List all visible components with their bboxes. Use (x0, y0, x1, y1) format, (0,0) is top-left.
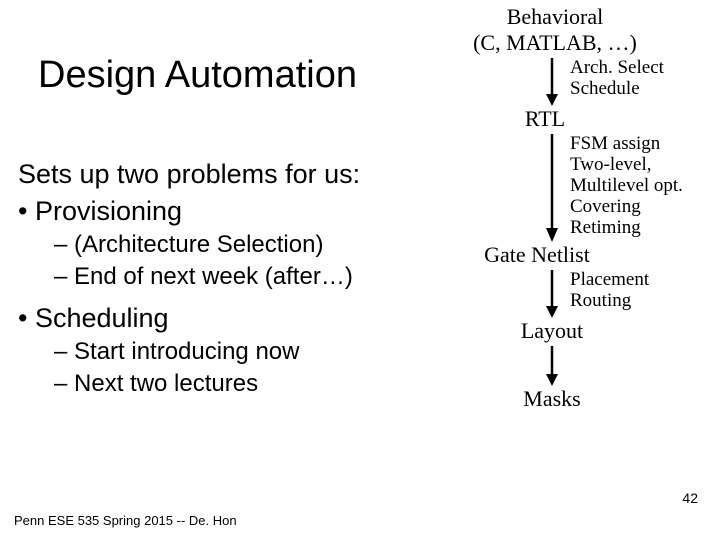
bullet-scheduling-sub1: – Start introducing now (54, 338, 360, 366)
arrow-down-icon (542, 56, 562, 106)
step3-l2: Routing (570, 291, 649, 312)
step1-l2: Schedule (570, 79, 664, 100)
bullet-scheduling-sub2: – Next two lectures (54, 370, 360, 398)
step2-l1: FSM assign (570, 134, 683, 155)
arrow-row-4 (460, 344, 710, 386)
step2-l3: Multilevel opt. (570, 176, 683, 197)
stage-gate: Gate Netlist (432, 242, 642, 268)
slide-number: 42 (682, 490, 698, 506)
slide-title: Design Automation (38, 54, 357, 97)
arrow-row-2: FSM assign Two-level, Multilevel opt. Co… (460, 132, 710, 242)
bullet-provisioning-sub2: – End of next week (after…) (54, 263, 360, 291)
footer: Penn ESE 535 Spring 2015 -- De. Hon (14, 513, 237, 528)
stage-behavioral: Behavioral (C, MATLAB, …) (460, 4, 650, 56)
body-left: Sets up two problems for us: • Provision… (18, 158, 360, 398)
step1-l1: Arch. Select (570, 58, 664, 79)
stage-rtl: RTL (480, 106, 610, 132)
stage-layout: Layout (472, 318, 632, 344)
lead-text: Sets up two problems for us: (18, 158, 360, 192)
arrow-label-3: Placement Routing (570, 270, 649, 312)
bullet-provisioning: • Provisioning (18, 196, 360, 227)
bullet-provisioning-sub1: – (Architecture Selection) (54, 231, 360, 259)
arrow-down-icon (542, 344, 562, 386)
step3-l1: Placement (570, 270, 649, 291)
stage-behavioral-l1: Behavioral (460, 4, 650, 30)
arrow-label-1: Arch. Select Schedule (570, 58, 664, 100)
bullet-scheduling: • Scheduling (18, 303, 360, 334)
arrow-row-3: Placement Routing (460, 268, 710, 318)
step2-l2: Two-level, (570, 155, 683, 176)
step2-l4: Covering (570, 197, 683, 218)
arrow-label-2: FSM assign Two-level, Multilevel opt. Co… (570, 134, 683, 238)
stage-behavioral-l2: (C, MATLAB, …) (460, 30, 650, 56)
arrow-down-icon (542, 268, 562, 318)
arrow-down-icon (542, 132, 562, 242)
arrow-row-1: Arch. Select Schedule (460, 56, 710, 106)
step2-l5: Retiming (570, 218, 683, 239)
design-flow: Behavioral (C, MATLAB, …) Arch. Select S… (460, 4, 720, 412)
stage-masks: Masks (472, 386, 632, 412)
